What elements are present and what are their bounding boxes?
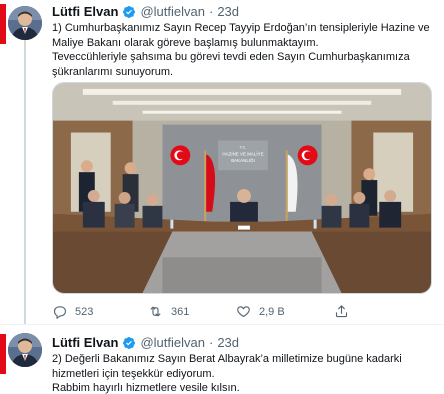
verified-badge-icon (123, 5, 136, 18)
timestamp[interactable]: 23d (217, 335, 239, 350)
tweet-paragraph: 2) Değerli Bakanımız Sayın Berat Albayra… (52, 353, 402, 380)
verified-badge-icon (123, 336, 136, 349)
share-button[interactable] (334, 304, 349, 319)
reply-icon (53, 306, 67, 319)
tweet[interactable]: Lütfi Elvan @lutfielvan · 23d 1) Cumhurb… (0, 0, 444, 324)
photo-sign-line: HAZİNE VE MALİYE (222, 150, 263, 156)
tweet-paragraph: Teveccühleriyle şahsıma bu görevi tevdi … (52, 51, 410, 78)
author-name[interactable]: Lütfi Elvan (52, 4, 118, 19)
author-handle[interactable]: @lutfielvan (140, 4, 205, 19)
author-name[interactable]: Lütfi Elvan (52, 335, 118, 350)
retweet-count: 361 (171, 305, 190, 318)
tweet-photo[interactable]: T.C. HAZİNE VE MALİYE BAKANLIĞI (52, 82, 432, 294)
tweet-text: 1) Cumhurbaşkanımız Sayın Recep Tayyip E… (52, 21, 436, 79)
photo-sign-line: BAKANLIĞI (231, 157, 255, 163)
author-handle[interactable]: @lutfielvan (140, 335, 205, 350)
tweet-header: Lütfi Elvan @lutfielvan · 23d (52, 4, 239, 19)
tweet-actions: 523 361 2,9 B (52, 304, 432, 320)
reply-button[interactable]: 523 (52, 304, 93, 319)
retweet-icon (150, 306, 161, 317)
tweet-paragraph: 1) Cumhurbaşkanımız Sayın Recep Tayyip E… (52, 22, 430, 49)
share-icon (335, 305, 348, 318)
separator-dot: · (208, 335, 214, 350)
separator-dot: · (208, 4, 214, 19)
retweet-button[interactable]: 361 (148, 304, 189, 319)
tweet-text: 2) Değerli Bakanımız Sayın Berat Albayra… (52, 352, 436, 394)
like-icon (237, 306, 250, 318)
tweet-paragraph: Rabbim hayırlı hizmetlere vesile kılsın. (52, 382, 240, 394)
avatar[interactable] (8, 333, 42, 367)
like-count: 2,9 B (259, 305, 285, 318)
photo-sign-line: T.C. (239, 144, 246, 149)
tweet-header: Lütfi Elvan @lutfielvan · 23d (52, 335, 239, 350)
reply-count: 523 (75, 305, 94, 318)
timestamp[interactable]: 23d (217, 4, 239, 19)
avatar[interactable] (8, 6, 42, 40)
like-button[interactable]: 2,9 B (236, 304, 285, 319)
tweet[interactable]: Lütfi Elvan @lutfielvan · 23d 2) Değerli… (0, 324, 444, 394)
